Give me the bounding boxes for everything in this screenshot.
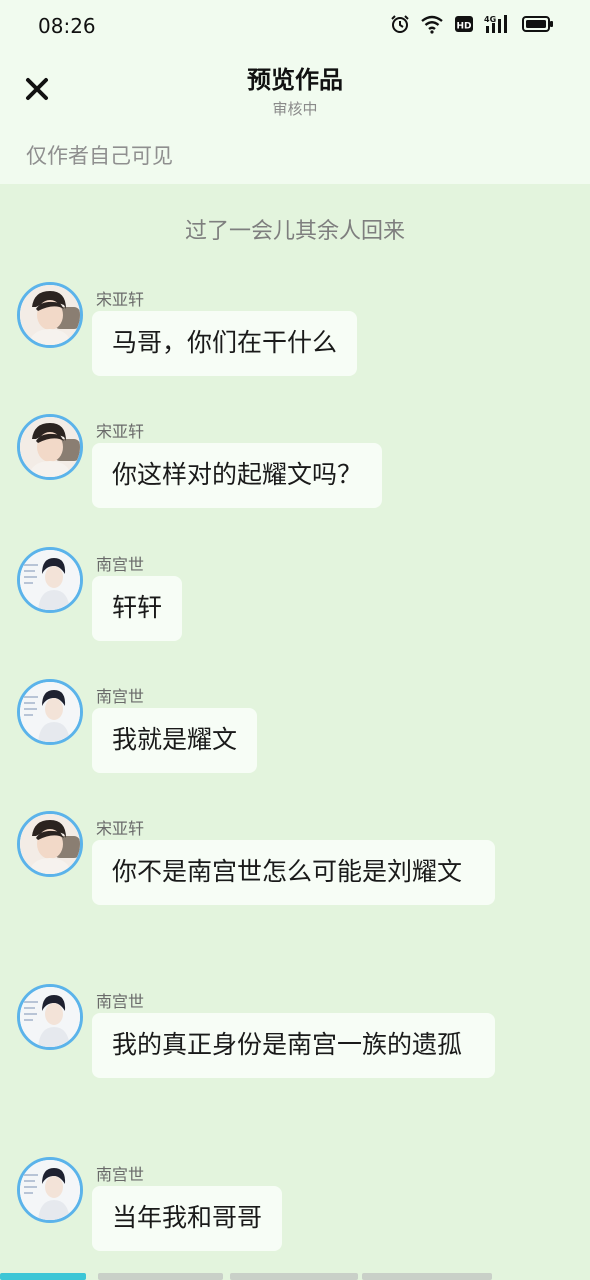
avatar-nangong[interactable]	[17, 679, 83, 745]
sender-name: 宋亚轩	[96, 422, 145, 441]
status-icons: HD 4G	[390, 14, 554, 34]
battery-icon	[522, 14, 554, 34]
status-bar: 08:26 HD 4G	[0, 0, 590, 52]
network-label: 4G	[484, 15, 496, 24]
status-time: 08:26	[38, 14, 96, 38]
sender-name: 南宫世	[96, 687, 145, 706]
progress-segment[interactable]	[98, 1273, 223, 1280]
avatar-song[interactable]	[17, 414, 83, 480]
progress-segment-active[interactable]	[0, 1273, 86, 1280]
narration-text: 过了一会儿其余人回来	[184, 219, 405, 244]
message-bubble[interactable]: 你不是南宫世怎么可能是刘耀文	[92, 840, 495, 905]
sender-name: 南宫世	[96, 992, 145, 1011]
avatar-song[interactable]	[17, 282, 83, 348]
sender-name: 南宫世	[96, 1165, 145, 1184]
review-status: 审核中	[272, 100, 318, 118]
progress-segment[interactable]	[362, 1273, 492, 1280]
sender-name: 南宫世	[96, 555, 145, 574]
visibility-note: 仅作者自己可见	[26, 144, 173, 168]
hd-label: HD	[456, 22, 471, 32]
sender-name: 宋亚轩	[96, 290, 145, 309]
wifi-icon	[420, 14, 444, 34]
message-bubble[interactable]: 当年我和哥哥	[92, 1186, 283, 1251]
avatar-nangong[interactable]	[17, 547, 83, 613]
bottom-progress-tabs	[0, 1273, 590, 1280]
message-bubble[interactable]: 我就是耀文	[92, 708, 258, 773]
avatar-nangong[interactable]	[17, 1157, 83, 1223]
page-header: 预览作品 审核中	[0, 58, 590, 128]
top-bar: 08:26 HD 4G 预览作品 审核中 仅作者自己可见	[0, 0, 590, 184]
cellular-4g-icon: 4G	[484, 14, 512, 34]
progress-segment[interactable]	[230, 1273, 358, 1280]
message-bubble[interactable]: 你这样对的起耀文吗？	[92, 443, 383, 508]
sender-name: 宋亚轩	[96, 819, 145, 838]
hd-icon: HD	[454, 14, 474, 34]
message-bubble[interactable]: 马哥，你们在干什么	[92, 311, 358, 376]
avatar-nangong[interactable]	[17, 984, 83, 1050]
alarm-icon	[390, 14, 410, 34]
message-bubble[interactable]: 轩轩	[92, 576, 183, 641]
page-title: 预览作品	[247, 66, 343, 94]
message-bubble[interactable]: 我的真正身份是南宫一族的遗孤	[92, 1013, 495, 1078]
avatar-song[interactable]	[17, 811, 83, 877]
